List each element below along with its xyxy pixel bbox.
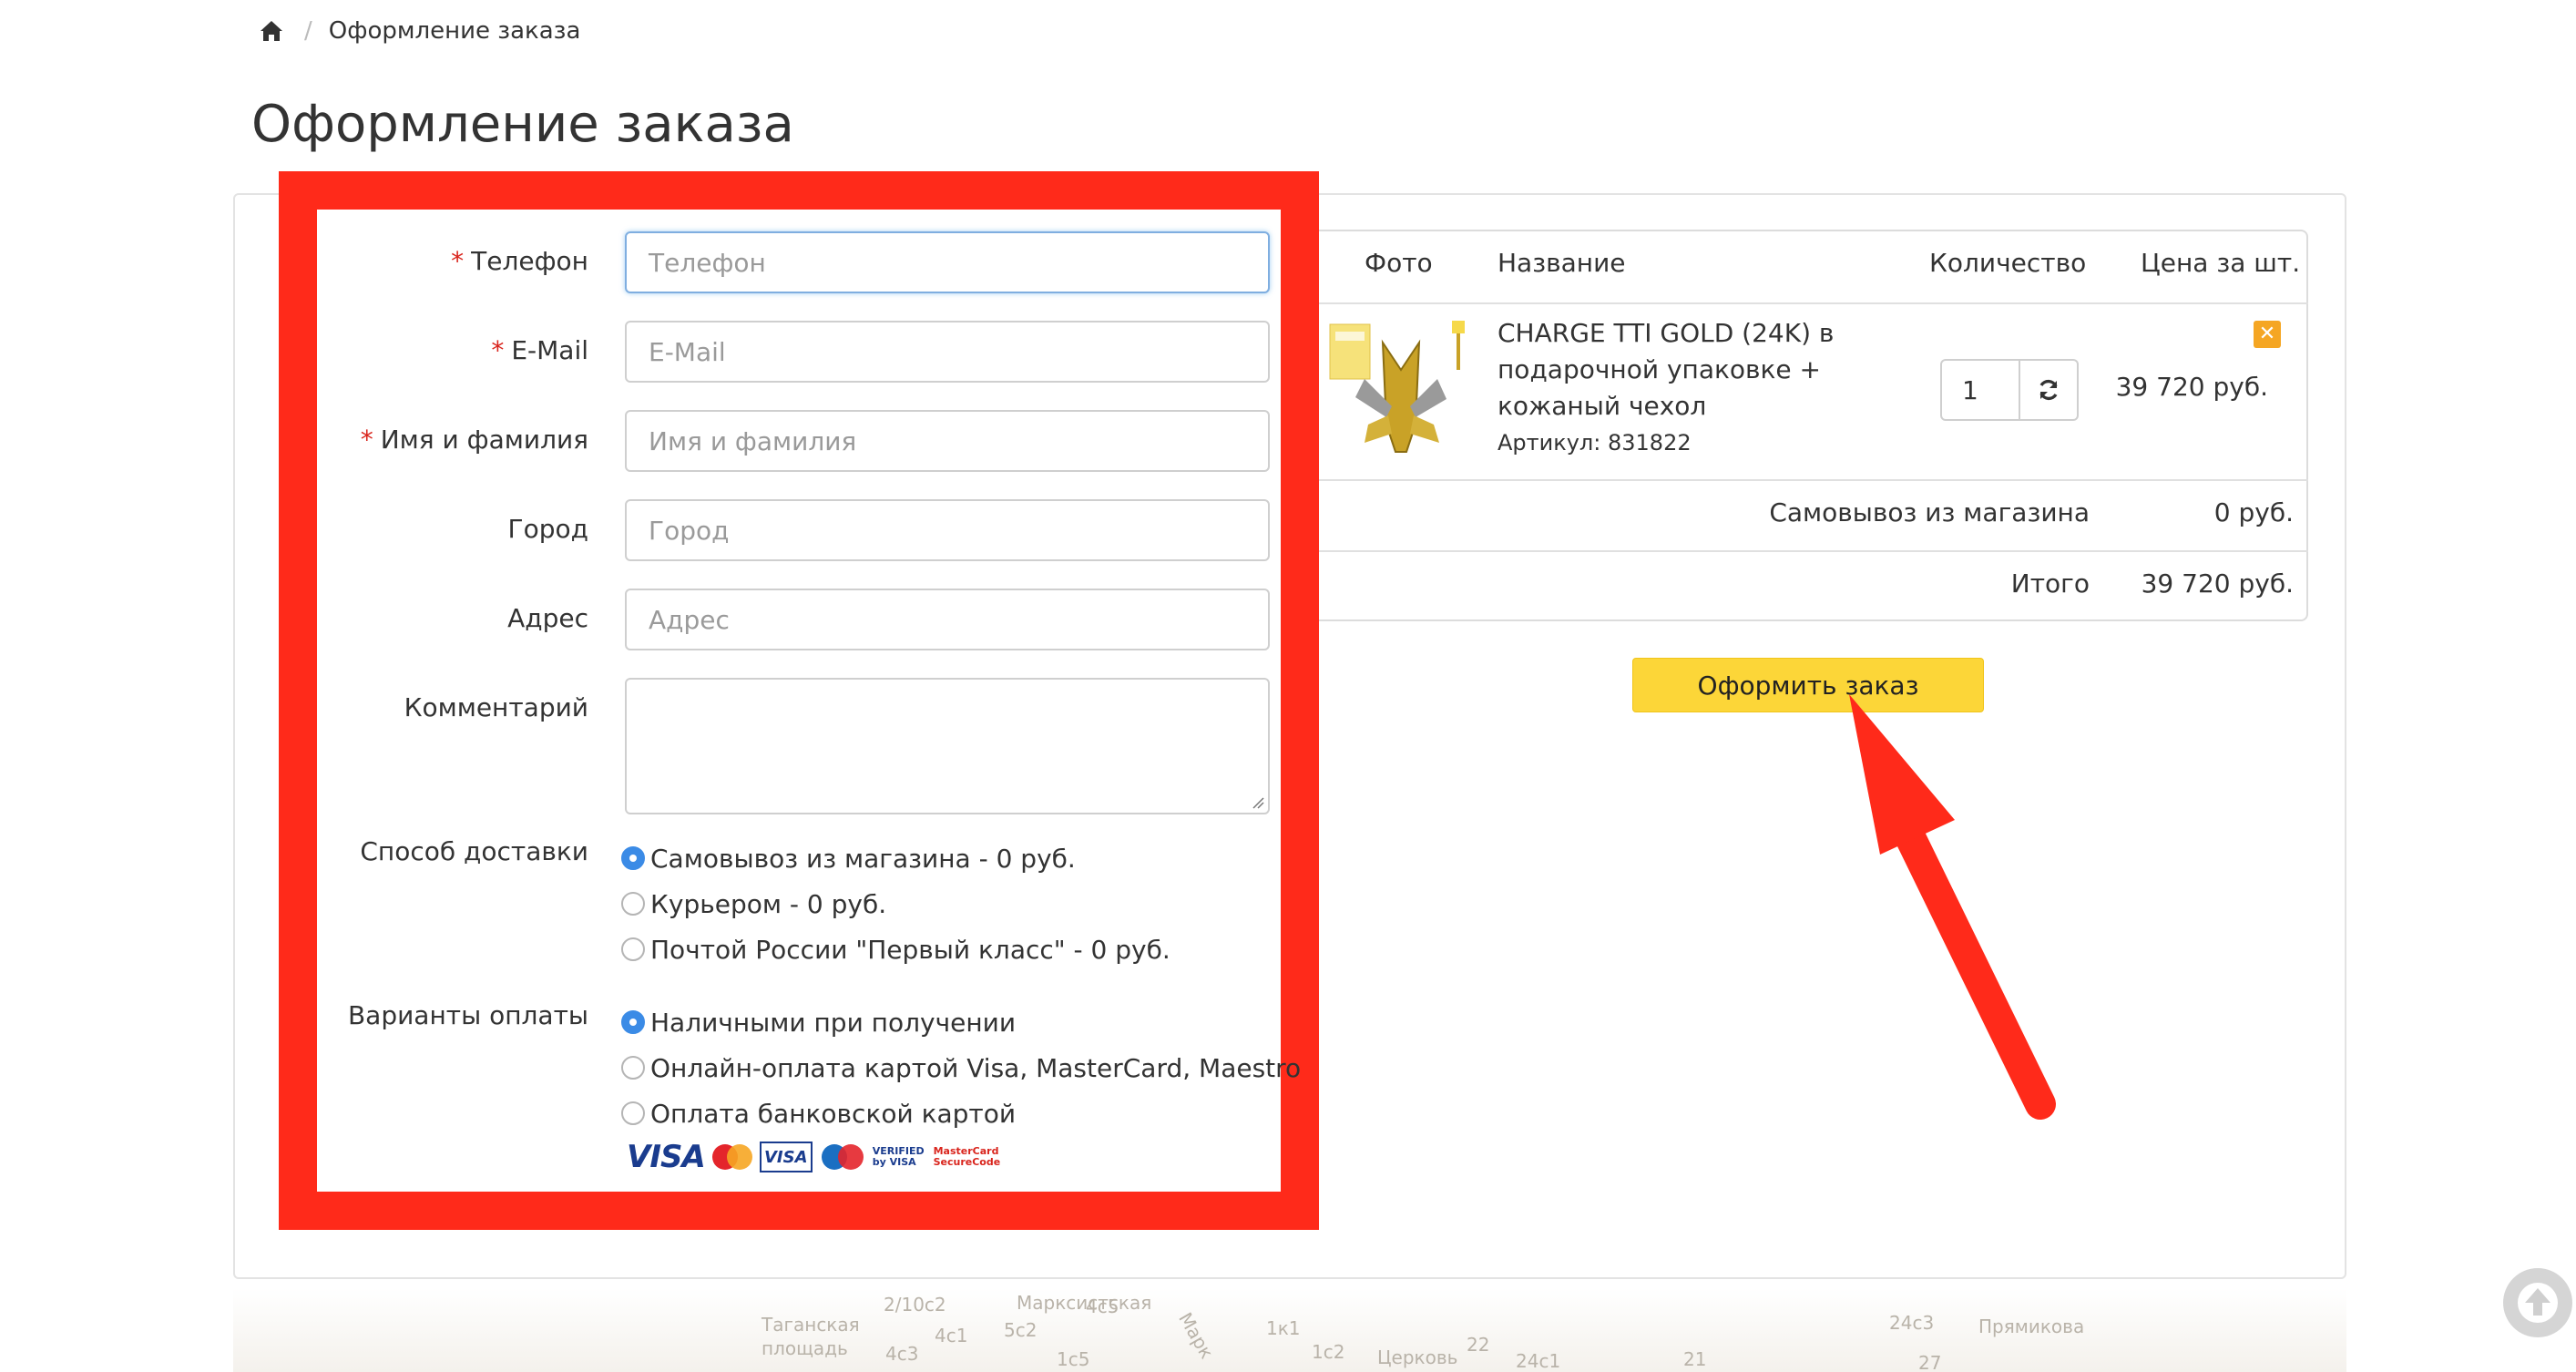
payment-option-card[interactable]: Оплата банковской картой xyxy=(621,1095,1016,1131)
map-label: 1к1 xyxy=(1266,1317,1301,1339)
map-label: 22 xyxy=(1467,1334,1490,1356)
divider xyxy=(1319,550,2308,552)
resize-grip-icon[interactable] xyxy=(1252,796,1264,809)
city-row: Город Город xyxy=(317,499,1281,561)
comment-label: Комментарий xyxy=(404,692,588,722)
place-order-button[interactable]: Оформить заказ xyxy=(1632,658,1984,712)
securecode-logo: MasterCard SecureCode xyxy=(933,1145,1001,1168)
payment-option-online[interactable]: Онлайн-оплата картой Visa, MasterCard, M… xyxy=(621,1049,1301,1086)
email-label: * E-Mail xyxy=(491,335,588,365)
radio-icon[interactable] xyxy=(621,892,645,916)
map-label: 1с5 xyxy=(1057,1348,1090,1370)
required-mark: * xyxy=(360,425,373,455)
page-title: Оформление заказа xyxy=(251,95,794,154)
th-price: Цена за шт. xyxy=(2141,248,2301,278)
map-label: 2/10с2 xyxy=(884,1294,946,1316)
total-label: Итого xyxy=(2010,568,2090,599)
breadcrumb: / Оформление заказа xyxy=(259,13,580,49)
product-image[interactable] xyxy=(1328,315,1474,461)
payment-label: Варианты оплаты xyxy=(347,1000,588,1030)
payment-option-cash[interactable]: Наличными при получении xyxy=(621,1004,1016,1040)
delivery-option-courier[interactable]: Курьером - 0 руб. xyxy=(621,886,886,922)
address-input[interactable]: Адрес xyxy=(625,589,1270,650)
map-label: 4с1 xyxy=(935,1325,968,1346)
maestro-logo xyxy=(821,1144,864,1170)
map-label: 24с1 xyxy=(1516,1350,1561,1372)
product-sku: Артикул: 831822 xyxy=(1498,430,1692,456)
radio-checked-icon[interactable] xyxy=(621,1010,645,1034)
scroll-to-top-button[interactable] xyxy=(2503,1268,2572,1337)
radio-checked-icon[interactable] xyxy=(621,846,645,870)
refresh-icon xyxy=(2039,379,2058,401)
visa-box-logo: VISA xyxy=(759,1142,813,1172)
map-label: Марксистская xyxy=(1017,1292,1152,1314)
refresh-quantity-button[interactable] xyxy=(2020,359,2079,421)
close-icon: ✕ xyxy=(2258,323,2276,345)
name-input[interactable]: Имя и фамилия xyxy=(625,410,1270,472)
quantity-input[interactable]: 1 xyxy=(1940,359,2020,421)
product-price: 39 720 руб. xyxy=(2115,372,2268,402)
map-label: 4с5 xyxy=(1086,1295,1119,1317)
map-label: 21 xyxy=(1683,1348,1707,1370)
remove-item-button[interactable]: ✕ xyxy=(2254,321,2281,348)
shipping-label: Самовывоз из магазина xyxy=(1769,497,2090,527)
comment-row: Комментарий xyxy=(317,678,1281,814)
th-photo: Фото xyxy=(1365,248,1433,278)
th-name: Название xyxy=(1498,248,1626,278)
radio-icon[interactable] xyxy=(621,937,645,961)
delivery-option-post[interactable]: Почтой России "Первый класс" - 0 руб. xyxy=(621,931,1170,968)
name-row: * Имя и фамилия Имя и фамилия xyxy=(317,410,1281,472)
checkout-form: * Телефон Телефон * E-Mail E-Mail * Имя и ф… xyxy=(317,210,1301,1192)
mastercard-logo xyxy=(711,1144,752,1170)
map-label: Марк xyxy=(1174,1308,1219,1363)
email-input[interactable]: E-Mail xyxy=(625,321,1270,383)
map-label: 24с3 xyxy=(1889,1312,1935,1334)
quantity-stepper: 1 xyxy=(1940,359,2079,421)
required-mark: * xyxy=(491,335,505,365)
arrow-up-icon xyxy=(2518,1283,2558,1323)
product-name[interactable]: CHARGE TTI GOLD (24K) в подарочной упако… xyxy=(1498,315,1880,425)
phone-row: * Телефон Телефон xyxy=(317,231,1281,293)
city-label: Город xyxy=(507,514,588,544)
payment-card-logos: VISA VISA VERIFIED by VISA MasterCard Se… xyxy=(627,1139,1000,1175)
divider xyxy=(1319,479,2308,481)
breadcrumb-separator: / xyxy=(304,17,312,45)
map-label: 4с3 xyxy=(885,1343,919,1365)
phone-input[interactable]: Телефон xyxy=(625,231,1270,293)
radio-icon[interactable] xyxy=(621,1056,645,1080)
th-quantity: Количество xyxy=(1929,248,2087,278)
email-row: * E-Mail E-Mail xyxy=(317,321,1281,383)
map-label: Таганская xyxy=(762,1314,860,1336)
phone-label: * Телефон xyxy=(451,246,588,276)
comment-textarea[interactable] xyxy=(625,678,1270,814)
map-label: 5с2 xyxy=(1004,1319,1038,1341)
address-label: Адрес xyxy=(507,603,588,633)
home-icon[interactable] xyxy=(259,19,284,43)
map-label: 1с2 xyxy=(1312,1341,1345,1363)
name-label: * Имя и фамилия xyxy=(360,425,588,455)
map-label: 27 xyxy=(1918,1352,1942,1372)
map-label: Церковь xyxy=(1377,1346,1458,1368)
map-label: Прямикова xyxy=(1978,1316,2085,1337)
cart-table: Фото Название Количество Цена за шт. CHA… xyxy=(1319,230,2308,621)
required-mark: * xyxy=(451,246,465,276)
breadcrumb-current: Оформление заказа xyxy=(328,17,581,45)
city-input[interactable]: Город xyxy=(625,499,1270,561)
map-label: площадь xyxy=(762,1337,848,1359)
verified-by-visa-logo: VERIFIED by VISA xyxy=(872,1145,925,1168)
total-value: 39 720 руб. xyxy=(2141,568,2294,599)
radio-icon[interactable] xyxy=(621,1101,645,1125)
delivery-option-pickup[interactable]: Самовывоз из магазина - 0 руб. xyxy=(621,840,1076,876)
divider xyxy=(1319,302,2308,304)
visa-logo: VISA xyxy=(627,1139,706,1175)
shipping-value: 0 руб. xyxy=(2213,497,2294,527)
map-background: Таганская площадь Марксистская Церковь П… xyxy=(233,1288,2346,1372)
address-row: Адрес Адрес xyxy=(317,589,1281,650)
delivery-label: Способ доставки xyxy=(360,836,588,866)
